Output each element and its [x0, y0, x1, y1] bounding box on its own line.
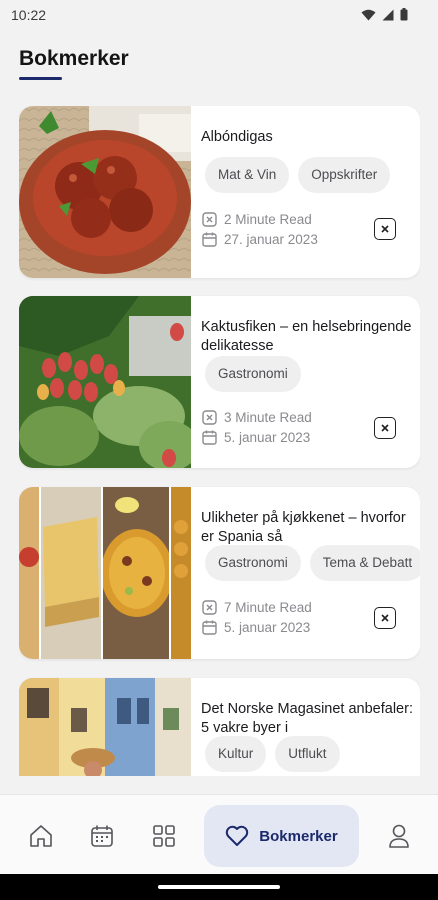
status-bar: 10:22	[0, 0, 438, 30]
close-icon	[381, 225, 389, 233]
bottom-nav: Bokmerker	[0, 794, 438, 874]
read-time: 3 Minute Read	[224, 409, 312, 425]
read-time-icon	[202, 409, 217, 425]
tag-chip[interactable]: Kultur	[205, 736, 267, 772]
tag-chip[interactable]: Oppskrifter	[298, 157, 391, 193]
calendar-icon	[202, 620, 217, 635]
wifi-icon	[361, 9, 376, 20]
remove-bookmark-button[interactable]	[374, 607, 396, 629]
tag-list: Kultur Utflukt	[205, 736, 340, 772]
tag-list: Mat & Vin Oppskrifter	[205, 157, 391, 193]
nav-categories[interactable]	[145, 805, 183, 867]
heart-icon	[226, 825, 249, 846]
article-title[interactable]: Ulikheter på kjøkkenet – hvorfor er Span…	[201, 509, 413, 547]
signal-icon	[382, 9, 394, 20]
close-icon	[381, 614, 389, 622]
tag-chip[interactable]: Gastronomi	[205, 545, 301, 581]
article-image-spanish-food[interactable]	[19, 487, 191, 659]
battery-icon	[400, 8, 408, 21]
read-time-icon	[202, 211, 217, 227]
bookmark-card[interactable]: Det Norske Magasinet anbefaler: 5 vakre …	[19, 678, 420, 776]
bookmark-card[interactable]: Kaktusfiken – en helsebringende delikate…	[19, 296, 420, 468]
remove-bookmark-button[interactable]	[374, 218, 396, 240]
tag-list: Gastronomi Tema & Debatt	[205, 545, 420, 581]
grid-icon	[153, 825, 175, 847]
nav-bookmarks[interactable]: Bokmerker	[204, 805, 359, 867]
tag-chip[interactable]: Utflukt	[275, 736, 340, 772]
publish-date: 5. januar 2023	[224, 429, 311, 445]
calendar-icon	[202, 430, 217, 445]
home-icon	[30, 825, 52, 847]
status-time: 10:22	[11, 7, 47, 23]
bookmark-list[interactable]: Albóndigas Mat & Vin Oppskrifter 2 Minut…	[19, 106, 420, 776]
nav-calendar[interactable]	[83, 805, 121, 867]
read-time: 7 Minute Read	[224, 599, 312, 615]
tag-chip[interactable]: Mat & Vin	[205, 157, 290, 193]
tag-chip[interactable]: Tema & Debatt	[309, 545, 420, 581]
page-title: Bokmerker	[19, 47, 129, 70]
article-meta: 7 Minute Read 5. januar 2023	[202, 597, 312, 637]
bookmark-card[interactable]: Ulikheter på kjøkkenet – hvorfor er Span…	[19, 487, 420, 659]
tag-list: Gastronomi	[205, 356, 301, 392]
title-underline	[19, 77, 62, 80]
article-image-town[interactable]	[19, 678, 191, 776]
publish-date: 27. januar 2023	[224, 231, 318, 247]
article-title[interactable]: Det Norske Magasinet anbefaler: 5 vakre …	[201, 700, 413, 738]
home-indicator[interactable]	[158, 885, 280, 889]
close-icon	[381, 424, 389, 432]
article-title[interactable]: Albóndigas	[201, 128, 413, 147]
bookmark-card[interactable]: Albóndigas Mat & Vin Oppskrifter 2 Minut…	[19, 106, 420, 278]
article-image-meatballs[interactable]	[19, 106, 191, 278]
gesture-bar	[0, 874, 438, 900]
calendar-icon	[91, 825, 113, 847]
nav-bookmarks-label: Bokmerker	[259, 827, 338, 845]
nav-home[interactable]	[22, 805, 60, 867]
publish-date: 5. januar 2023	[224, 619, 311, 635]
article-title[interactable]: Kaktusfiken – en helsebringende delikate…	[201, 318, 413, 356]
remove-bookmark-button[interactable]	[374, 417, 396, 439]
article-image-cactus-fruit[interactable]	[19, 296, 191, 468]
article-meta: 2 Minute Read 27. januar 2023	[202, 209, 318, 249]
status-icons	[361, 8, 408, 21]
article-meta: 3 Minute Read 5. januar 2023	[202, 407, 312, 447]
calendar-icon	[202, 232, 217, 247]
profile-icon	[389, 824, 409, 848]
tag-chip[interactable]: Gastronomi	[205, 356, 301, 392]
read-time: 2 Minute Read	[224, 211, 312, 227]
nav-profile[interactable]	[380, 805, 418, 867]
read-time-icon	[202, 599, 217, 615]
